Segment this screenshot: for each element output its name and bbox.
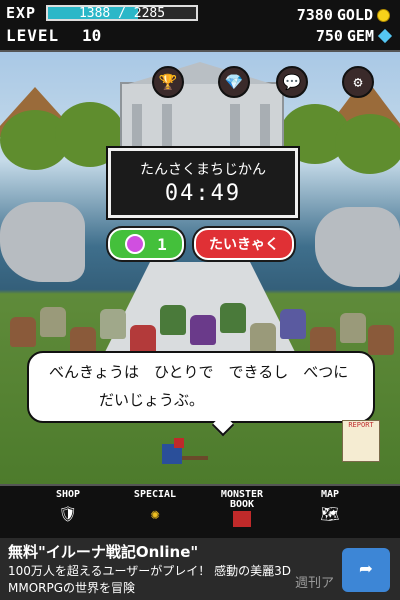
shield-icon: 🛡 <box>58 505 78 523</box>
potion-button[interactable]: 1 <box>108 228 184 260</box>
wait-title: たんさくまちじかん <box>140 162 266 178</box>
potion-icon <box>125 234 146 254</box>
dialog-line-1: べんきょうは ひとりで できるし べつに <box>49 363 349 381</box>
menu-label: MAP <box>320 489 340 500</box>
gold-label: GOLD <box>336 6 373 24</box>
retreat-button[interactable]: たいきゃく <box>194 228 294 260</box>
share-arrow-icon[interactable]: ➦ <box>342 548 390 592</box>
gold-counter: 7380 GOLD <box>297 6 390 24</box>
gear-icon[interactable]: ⚙ <box>342 66 374 98</box>
exp-label: EXP <box>6 4 37 22</box>
hero-character <box>162 438 208 464</box>
menu-label: SHOP <box>55 489 81 500</box>
ad-text-1: 100万人を超えるユーザーがプレイ！ 感動の美麗3D <box>8 564 291 578</box>
tree <box>335 114 400 174</box>
wait-timer: 04:49 <box>164 181 242 206</box>
menu-monster-book[interactable]: MONSTER BOOK <box>202 490 282 536</box>
book-icon <box>233 511 251 527</box>
menu-label: MONSTER BOOK <box>220 489 264 510</box>
diamond-icon[interactable]: 💎 <box>218 66 250 98</box>
watermark: 週刊ア <box>294 576 334 591</box>
menu-map[interactable]: MAP 🗺 <box>290 490 370 536</box>
gem-value: 750 <box>315 27 343 45</box>
report-label: REPORT <box>348 421 374 429</box>
gold-value: 7380 <box>296 6 333 24</box>
potion-count: 1 <box>157 234 167 254</box>
ad-banner[interactable]: 無料"イルーナ戦記Online" 100万人を超えるユーザーがプレイ！ 感動の美… <box>0 538 400 600</box>
trophy-icon[interactable]: 🏆 <box>152 66 184 98</box>
menu-shop[interactable]: SHOP 🛡 <box>28 490 108 536</box>
coin-icon <box>377 8 390 22</box>
exp-bar: 1388 / 2285 <box>46 5 198 21</box>
monster <box>280 309 306 339</box>
status-hud: EXP 1388 / 2285 LEVEL 10 7380 GOLD 750 G… <box>0 0 400 52</box>
exploration-wait-panel: たんさくまちじかん 04:49 <box>108 148 298 218</box>
monster <box>40 307 66 337</box>
report-button[interactable]: REPORT <box>342 420 380 462</box>
ad-headline: 無料"イルーナ戦記Online" <box>8 543 199 561</box>
monster <box>368 325 394 355</box>
level-label: LEVEL <box>6 26 60 45</box>
dialog-bubble[interactable]: べんきょうは ひとりで できるし べつに だいじょうぶ。 <box>27 351 375 437</box>
temple-roof <box>128 62 272 84</box>
retreat-label: たいきゃく <box>209 237 279 253</box>
menu-special[interactable]: SPECIAL ✺ <box>115 490 195 536</box>
menu-label: SPECIAL <box>133 489 177 500</box>
gem-label: GEM <box>346 27 374 45</box>
rock <box>315 207 400 287</box>
gem-icon <box>377 28 393 44</box>
rock <box>0 202 85 282</box>
exp-value: 1388 / 2285 <box>78 6 166 21</box>
monster <box>100 309 126 339</box>
monster <box>160 305 186 335</box>
map-icon: 🗺 <box>320 505 340 523</box>
ad-text-2: MMORPGの世界を冒険 <box>8 581 136 595</box>
monster <box>190 315 216 345</box>
chat-icon[interactable]: 💬 <box>276 66 308 98</box>
level-value: 10 <box>82 26 102 45</box>
monster <box>340 313 366 343</box>
dialog-line-2: だいじょうぶ。 <box>99 391 205 409</box>
gem-counter: 750 GEM <box>315 27 393 45</box>
bottom-menu: SHOP 🛡 SPECIAL ✺ MONSTER BOOK MAP 🗺 <box>0 484 400 540</box>
monster <box>250 323 276 353</box>
monster <box>220 303 246 333</box>
monster <box>10 317 36 347</box>
sun-emblem-icon: ✺ <box>150 505 160 523</box>
